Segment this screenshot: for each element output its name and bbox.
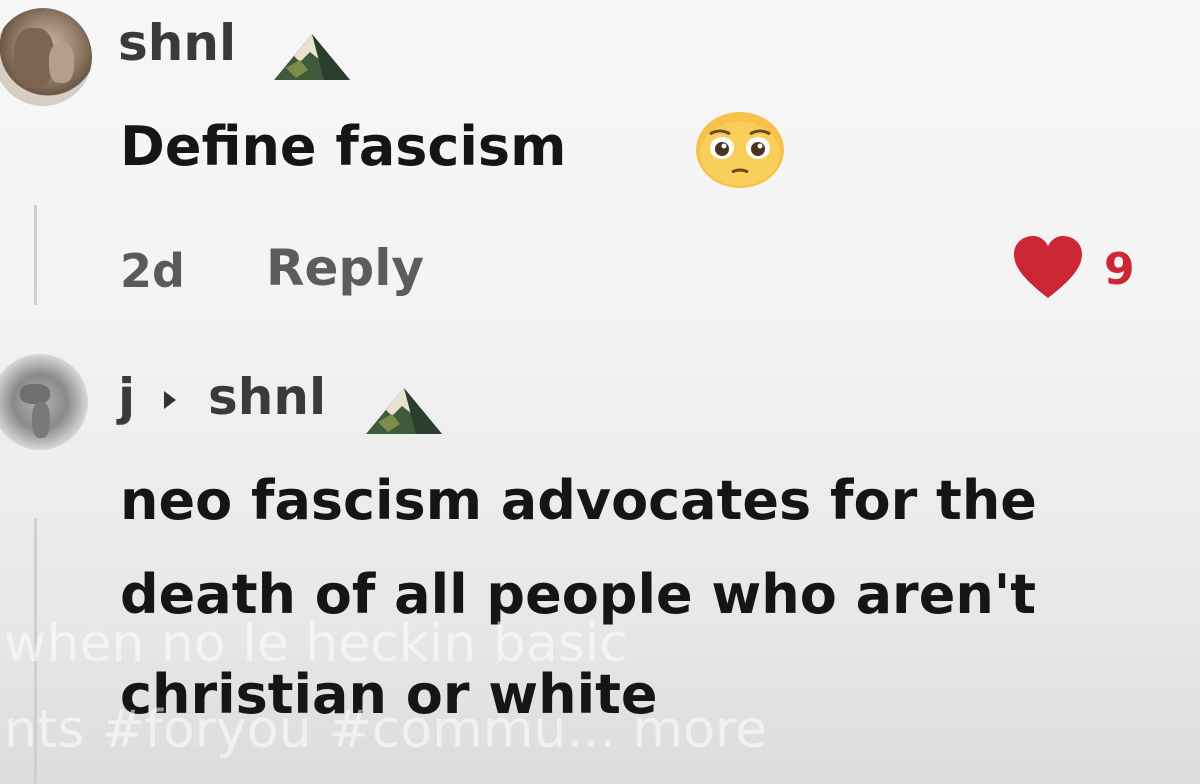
timestamp: 2d <box>120 244 185 298</box>
comment-text: Define fascism <box>120 115 567 178</box>
username[interactable]: shnl <box>118 18 236 68</box>
video-caption-line-2[interactable]: nts #foryou #commu... more <box>4 704 767 756</box>
like-count: 9 <box>1104 244 1135 295</box>
avatar[interactable] <box>0 8 92 106</box>
mountain-icon <box>366 388 442 434</box>
mountain-icon <box>274 34 350 80</box>
heart-icon[interactable] <box>1012 234 1084 300</box>
reply-button[interactable]: Reply <box>266 243 424 293</box>
avatar[interactable] <box>0 354 88 450</box>
username[interactable]: j <box>118 372 135 422</box>
thread-line-top <box>34 205 37 305</box>
reply-to-username[interactable]: shnl <box>208 372 326 422</box>
pleading-face-emoji <box>696 112 784 188</box>
triangle-right-icon <box>164 391 176 409</box>
comment-line: neo fascism advocates for the <box>120 469 1037 532</box>
video-caption-line-1: when no le heckin basic <box>4 614 628 674</box>
